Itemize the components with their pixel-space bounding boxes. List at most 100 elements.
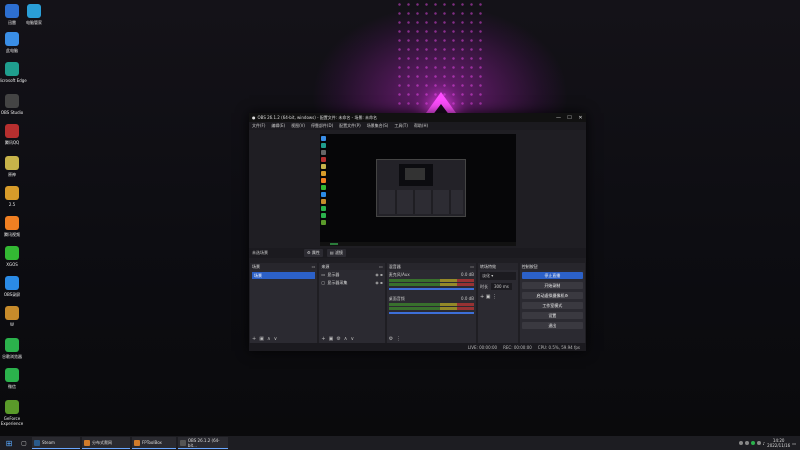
- desktop-icon-label: 电脑管家: [26, 20, 42, 25]
- channel-name: 麦克风/Aux: [388, 272, 410, 277]
- taskbar-app[interactable]: FPToolBox: [132, 437, 176, 449]
- obs-window[interactable]: ● OBS 26.1.2 (64-bit, windows) - 配置文件: 未…: [249, 113, 586, 351]
- live-timer: LIVE: 00:00:00: [467, 344, 498, 350]
- desktop-icon-label: Microsoft Edge: [0, 78, 27, 83]
- channel-db: 0.0 dB: [461, 296, 474, 301]
- tray-icon[interactable]: [756, 441, 761, 445]
- app-icon: [5, 156, 19, 170]
- menu-scene-collection[interactable]: 场景集合(S): [367, 123, 389, 129]
- duration-value: 300 ms: [493, 284, 509, 289]
- visibility-eye-icon[interactable]: ◉ ▪: [375, 280, 382, 285]
- app-icon: [5, 94, 19, 108]
- gear-icon[interactable]: ⚙: [565, 293, 569, 298]
- transitions-dock: 转场特效 淡化 ▾ 时长 300 ms + ▣ ⋮: [477, 263, 518, 343]
- notification-icon[interactable]: ▭: [792, 441, 796, 446]
- desktop-icon[interactable]: OBS录屏: [0, 276, 30, 297]
- undock-icon[interactable]: ▭: [379, 264, 385, 269]
- desktop-icon[interactable]: Microsoft Edge: [0, 62, 30, 83]
- add-icon[interactable]: +: [321, 336, 325, 342]
- menu-docks[interactable]: 停靠部件(D): [311, 123, 333, 129]
- menu-tools[interactable]: 工具(T): [394, 123, 408, 129]
- windows-start-icon[interactable]: ⊞: [3, 437, 15, 449]
- close-button[interactable]: ✕: [575, 115, 586, 121]
- transition-select[interactable]: 淡化 ▾: [479, 272, 516, 280]
- mixer-channel: 桌面音频 0.0 dB: [388, 296, 474, 314]
- start-recording-button[interactable]: 开始录制: [521, 282, 584, 289]
- scene-item[interactable]: 场景: [252, 272, 316, 279]
- tray-icon[interactable]: [744, 441, 749, 445]
- properties-button[interactable]: ⚙ 属性: [304, 249, 323, 257]
- desktop-icon[interactable]: 原神: [0, 156, 30, 177]
- add-icon[interactable]: +: [480, 294, 484, 300]
- minimize-button[interactable]: —: [553, 115, 564, 121]
- desktop-icon[interactable]: OBS Studio: [0, 94, 30, 115]
- mixer-channel: 麦克风/Aux 0.0 dB: [388, 272, 474, 290]
- visibility-eye-icon[interactable]: ◉ ▪: [375, 272, 382, 277]
- menu-edit[interactable]: 编辑(E): [271, 123, 285, 129]
- trash-icon[interactable]: ▣: [486, 294, 491, 300]
- taskbar-app[interactable]: Steam: [32, 437, 80, 449]
- taskbar-app-icon: [34, 439, 40, 446]
- source-item[interactable]: ▭ 显示器 ◉ ▪: [321, 271, 382, 278]
- clock[interactable]: 14:20 2022/11/16: [767, 438, 790, 448]
- scenes-title: 场景: [252, 263, 260, 269]
- menu-help[interactable]: 帮助(H): [414, 123, 428, 129]
- start-virtual-camera-button[interactable]: 启动虚拟摄像机 ⚙: [521, 292, 584, 299]
- duration-input[interactable]: 300 ms: [490, 283, 512, 290]
- controls-title: 控制按钮: [521, 263, 538, 269]
- preview-canvas[interactable]: [320, 134, 516, 246]
- scene-item-label: 场景: [254, 272, 262, 278]
- desktop-icon[interactable]: 此电脑: [0, 32, 30, 53]
- source-item[interactable]: ▢ 显示器采集 ◉ ▪: [321, 279, 382, 286]
- move-up-icon[interactable]: ∧: [344, 336, 348, 342]
- desktop-icon[interactable]: 微信: [0, 368, 30, 389]
- settings-gear-icon[interactable]: ⚙: [336, 336, 340, 342]
- add-icon[interactable]: +: [252, 336, 256, 342]
- move-down-icon[interactable]: ∨: [350, 336, 354, 342]
- undock-icon[interactable]: ▭: [470, 264, 476, 269]
- trash-icon[interactable]: ▣: [259, 336, 264, 342]
- nested-obs-preview: [376, 159, 466, 217]
- desktop-icon-manager[interactable]: 电脑管家: [16, 4, 52, 25]
- desktop-icon[interactable]: 腾讯QQ: [0, 124, 30, 145]
- studio-mode-button[interactable]: 工作室模式: [521, 302, 584, 309]
- menu-profile[interactable]: 配置文件(P): [339, 123, 361, 129]
- app-icon: [5, 186, 19, 200]
- volume-slider[interactable]: [388, 312, 474, 314]
- move-down-icon[interactable]: ∨: [274, 336, 278, 342]
- menu-file[interactable]: 文件(F): [252, 123, 265, 129]
- desktop-icon[interactable]: 谷歌浏览器: [0, 338, 30, 359]
- app-icon: [5, 246, 19, 260]
- task-view-icon[interactable]: ▢: [18, 437, 30, 449]
- gear-icon[interactable]: ⚙: [389, 336, 393, 342]
- selected-source-label: 未选场景: [252, 250, 268, 255]
- desktop-icon[interactable]: XGOS: [0, 246, 30, 267]
- filters-button[interactable]: ▤ 滤镜: [326, 249, 346, 257]
- desktop-icon[interactable]: 腾讯视频: [0, 216, 30, 237]
- more-menu-icon[interactable]: ⋮: [492, 294, 497, 300]
- source-toolbar: 未选场景 ⚙ 属性 ▤ 滤镜: [249, 248, 586, 258]
- tray-icon[interactable]: [738, 441, 743, 445]
- move-up-icon[interactable]: ∧: [267, 336, 271, 342]
- volume-icon[interactable]: ♪: [763, 441, 766, 446]
- maximize-button[interactable]: ☐: [564, 115, 575, 121]
- wechat-tray-icon[interactable]: [750, 441, 755, 445]
- undock-icon[interactable]: ▭: [312, 264, 318, 269]
- button-label: 设置: [548, 312, 557, 318]
- settings-button[interactable]: 设置: [521, 312, 584, 319]
- taskbar-app-icon: [134, 439, 140, 446]
- desktop-icon[interactable]: GeForce Experience: [0, 400, 30, 426]
- obs-title-bar[interactable]: ● OBS 26.1.2 (64-bit, windows) - 配置文件: 未…: [249, 113, 586, 122]
- volume-slider[interactable]: [388, 288, 474, 290]
- desktop-icon[interactable]: 2.5: [0, 186, 30, 207]
- taskbar-app[interactable]: OBS 26.1.2 (64-bit...: [178, 437, 228, 449]
- more-menu-icon[interactable]: ⋮: [396, 336, 401, 342]
- app-icon: [5, 62, 19, 76]
- exit-button[interactable]: 退出: [521, 322, 584, 329]
- desktop-icon[interactable]: W: [0, 306, 30, 327]
- taskbar-app-label: FPToolBox: [142, 440, 162, 445]
- taskbar-app[interactable]: 分布式爬网: [82, 437, 130, 449]
- stop-streaming-button[interactable]: 停止直播: [521, 272, 584, 279]
- trash-icon[interactable]: ▣: [329, 336, 334, 342]
- menu-view[interactable]: 视图(V): [291, 123, 305, 129]
